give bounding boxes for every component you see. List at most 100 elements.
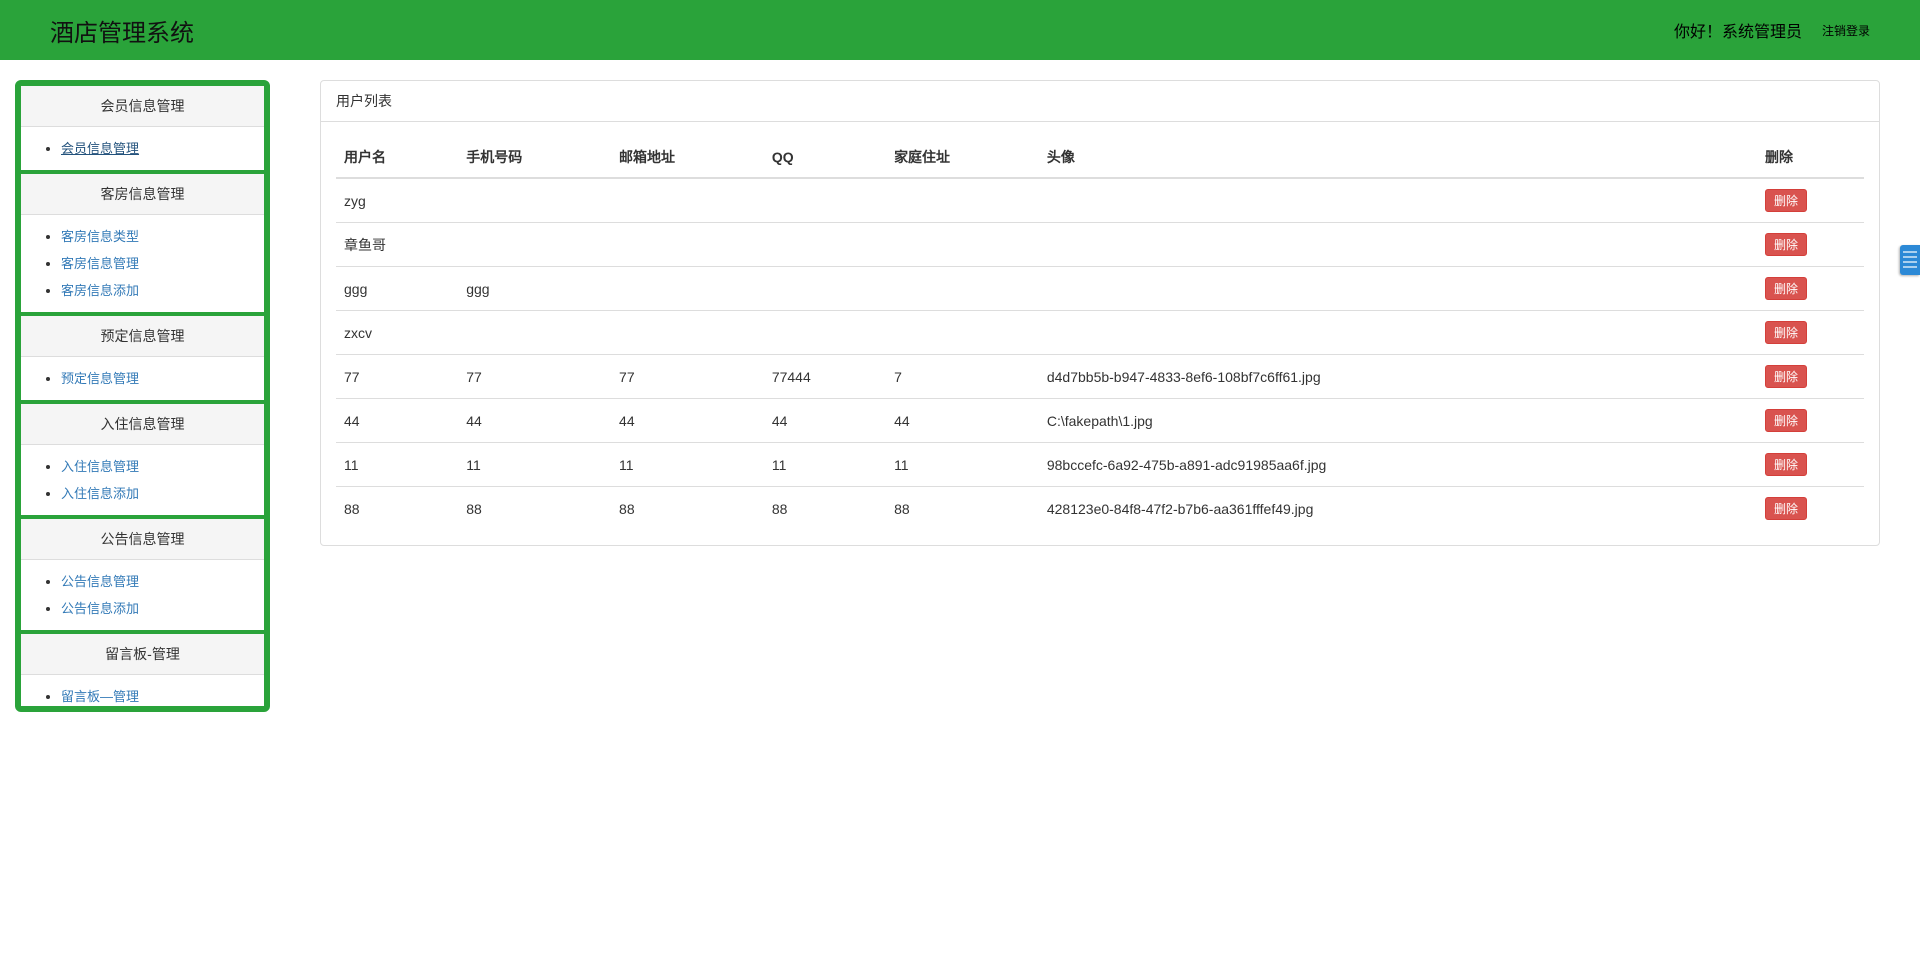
- col-phone: 手机号码: [458, 137, 611, 178]
- cell-email: 77: [611, 355, 764, 399]
- cell-avatar: [1039, 267, 1757, 311]
- cell-email: 44: [611, 399, 764, 443]
- sidebar-link[interactable]: 预定信息管理: [61, 371, 139, 386]
- table-row: zxcv 删除: [336, 311, 1864, 355]
- sidebar-item: 公告信息管理: [61, 568, 264, 595]
- sidebar-group: 入住信息管理入住信息管理入住信息添加: [21, 404, 264, 519]
- cell-avatar: [1039, 223, 1757, 267]
- sidebar-group-head: 入住信息管理: [21, 404, 264, 445]
- sidebar-group-list: 留言板—管理: [21, 675, 264, 706]
- cell-qq: 77444: [764, 355, 886, 399]
- sidebar-link[interactable]: 公告信息添加: [61, 601, 139, 616]
- cell-delete: 删除: [1757, 267, 1864, 311]
- cell-address: 7: [886, 355, 1039, 399]
- delete-button[interactable]: 删除: [1765, 453, 1807, 476]
- sidebar-group: 会员信息管理会员信息管理: [21, 86, 264, 174]
- table-row: 777777774447d4d7bb5b-b947-4833-8ef6-108b…: [336, 355, 1864, 399]
- cell-email: [611, 311, 764, 355]
- cell-delete: 删除: [1757, 443, 1864, 487]
- cell-email: [611, 267, 764, 311]
- sidebar-link[interactable]: 客房信息管理: [61, 256, 139, 271]
- cell-address: [886, 223, 1039, 267]
- sidebar-link[interactable]: 公告信息管理: [61, 574, 139, 589]
- cell-address: 44: [886, 399, 1039, 443]
- cell-phone: 11: [458, 443, 611, 487]
- col-username: 用户名: [336, 137, 458, 178]
- cell-phone: 88: [458, 487, 611, 531]
- cell-delete: 删除: [1757, 178, 1864, 223]
- delete-button[interactable]: 删除: [1765, 497, 1807, 520]
- cell-address: [886, 267, 1039, 311]
- cell-avatar: [1039, 178, 1757, 223]
- sidebar-group-head: 留言板-管理: [21, 634, 264, 675]
- cell-delete: 删除: [1757, 355, 1864, 399]
- cell-phone: [458, 178, 611, 223]
- cell-delete: 删除: [1757, 223, 1864, 267]
- sidebar-link[interactable]: 留言板—管理: [61, 689, 139, 704]
- cell-email: [611, 178, 764, 223]
- col-email: 邮箱地址: [611, 137, 764, 178]
- sidebar-item: 留言板—管理: [61, 683, 264, 706]
- cell-address: 11: [886, 443, 1039, 487]
- cell-email: 88: [611, 487, 764, 531]
- sidebar-group: 留言板-管理留言板—管理: [21, 634, 264, 706]
- cell-phone: 77: [458, 355, 611, 399]
- sidebar: 会员信息管理会员信息管理客房信息管理客房信息类型客房信息管理客房信息添加预定信息…: [15, 80, 270, 712]
- cell-email: [611, 223, 764, 267]
- cell-qq: [764, 267, 886, 311]
- cell-username: 88: [336, 487, 458, 531]
- table-row: gggggg 删除: [336, 267, 1864, 311]
- delete-button[interactable]: 删除: [1765, 189, 1807, 212]
- logout-link[interactable]: 注销登录: [1822, 22, 1870, 39]
- delete-button[interactable]: 删除: [1765, 365, 1807, 388]
- sidebar-group: 预定信息管理预定信息管理: [21, 316, 264, 404]
- sidebar-group-head: 会员信息管理: [21, 86, 264, 127]
- cell-delete: 删除: [1757, 399, 1864, 443]
- cell-avatar: 98bccefc-6a92-475b-a891-adc91985aa6f.jpg: [1039, 443, 1757, 487]
- cell-qq: [764, 223, 886, 267]
- sidebar-group-head: 公告信息管理: [21, 519, 264, 560]
- cell-qq: [764, 178, 886, 223]
- col-qq: QQ: [764, 137, 886, 178]
- sidebar-group-head: 预定信息管理: [21, 316, 264, 357]
- cell-phone: ggg: [458, 267, 611, 311]
- user-table: 用户名手机号码邮箱地址QQ家庭住址头像删除 zyg删除章鱼哥删除gggggg删除…: [336, 137, 1864, 530]
- delete-button[interactable]: 删除: [1765, 409, 1807, 432]
- cell-username: zxcv: [336, 311, 458, 355]
- sidebar-link[interactable]: 客房信息类型: [61, 229, 139, 244]
- sidebar-item: 客房信息类型: [61, 223, 264, 250]
- delete-button[interactable]: 删除: [1765, 277, 1807, 300]
- cell-phone: [458, 223, 611, 267]
- cell-address: [886, 178, 1039, 223]
- cell-username: zyg: [336, 178, 458, 223]
- table-row: 111111111198bccefc-6a92-475b-a891-adc919…: [336, 443, 1864, 487]
- delete-button[interactable]: 删除: [1765, 233, 1807, 256]
- table-row: 8888888888428123e0-84f8-47f2-b7b6-aa361f…: [336, 487, 1864, 531]
- cell-username: ggg: [336, 267, 458, 311]
- delete-button[interactable]: 删除: [1765, 321, 1807, 344]
- sidebar-link[interactable]: 会员信息管理: [61, 141, 139, 156]
- feedback-tab[interactable]: [1900, 245, 1920, 275]
- sidebar-link[interactable]: 客房信息添加: [61, 283, 139, 298]
- cell-delete: 删除: [1757, 487, 1864, 531]
- cell-username: 44: [336, 399, 458, 443]
- sidebar-group-list: 客房信息类型客房信息管理客房信息添加: [21, 215, 264, 312]
- panel-title: 用户列表: [321, 81, 1879, 122]
- table-row: 章鱼哥 删除: [336, 223, 1864, 267]
- greeting-text: 你好！系统管理员: [1674, 18, 1802, 42]
- sidebar-group: 公告信息管理公告信息管理公告信息添加: [21, 519, 264, 634]
- cell-delete: 删除: [1757, 311, 1864, 355]
- sidebar-item: 入住信息添加: [61, 480, 264, 507]
- sidebar-group-list: 入住信息管理入住信息添加: [21, 445, 264, 515]
- cell-avatar: C:\fakepath\1.jpg: [1039, 399, 1757, 443]
- cell-username: 章鱼哥: [336, 223, 458, 267]
- col-delete: 删除: [1757, 137, 1864, 178]
- sidebar-scroll[interactable]: 会员信息管理会员信息管理客房信息管理客房信息类型客房信息管理客房信息添加预定信息…: [21, 86, 264, 706]
- cell-email: 11: [611, 443, 764, 487]
- cell-qq: 88: [764, 487, 886, 531]
- sidebar-link[interactable]: 入住信息管理: [61, 459, 139, 474]
- app-title: 酒店管理系统: [50, 13, 194, 48]
- sidebar-link[interactable]: 入住信息添加: [61, 486, 139, 501]
- sidebar-item: 会员信息管理: [61, 135, 264, 162]
- sidebar-item: 入住信息管理: [61, 453, 264, 480]
